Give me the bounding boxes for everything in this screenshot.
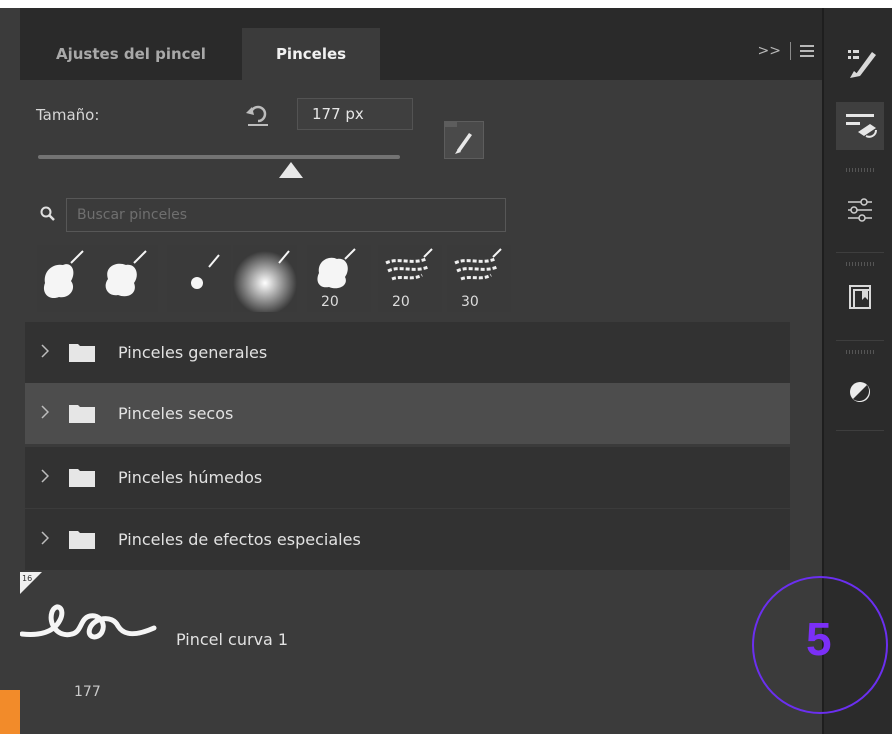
brush-group-wet[interactable]: Pinceles húmedos — [25, 447, 790, 508]
brush-group-label: Pinceles generales — [118, 343, 268, 362]
brushes-dock-button[interactable] — [836, 102, 884, 150]
new-brush-preset-button[interactable] — [444, 121, 484, 159]
brush-group-label: Pinceles húmedos — [118, 468, 263, 487]
size-slider-thumb[interactable] — [279, 162, 304, 178]
orange-edge — [0, 690, 20, 734]
libraries-icon — [849, 285, 871, 309]
new-preset-icon — [445, 122, 472, 154]
folder-icon — [69, 469, 95, 487]
hard-round-brush-icon — [191, 254, 220, 289]
folder-icon — [69, 344, 95, 362]
panel-tab-bar: Ajustes del pincel Pinceles >> — [20, 8, 822, 80]
panel-tab-controls: >> — [758, 36, 814, 66]
recent-brush-2[interactable] — [94, 245, 158, 312]
curve-stroke-preview — [20, 604, 157, 640]
dock-separator — [836, 430, 884, 431]
libraries-dock-button[interactable] — [836, 274, 884, 322]
recent-brush-6[interactable]: 20 — [378, 245, 442, 312]
dock-separator — [836, 340, 884, 341]
adjustments-dock-button[interactable] — [836, 186, 884, 234]
recent-brush-5[interactable]: 20 — [307, 245, 371, 312]
brush-group-label: Pinceles secos — [118, 404, 234, 423]
dock-grip[interactable] — [846, 350, 874, 354]
brush-size-label: 30 — [461, 294, 479, 310]
chalk-brush-icon — [105, 250, 147, 297]
folder-icon — [69, 531, 95, 549]
brush-size-label: 20 — [392, 294, 410, 310]
size-label: Tamaño: — [36, 106, 100, 124]
brush-size-label: 20 — [321, 294, 339, 310]
chevron-right-icon[interactable] — [41, 531, 49, 545]
chevron-right-icon[interactable] — [41, 405, 49, 419]
chevron-right-icon[interactable] — [41, 344, 49, 358]
recent-brush-1[interactable] — [37, 245, 101, 312]
adjustment-circle-icon — [850, 382, 870, 402]
recent-brush-4[interactable] — [233, 245, 297, 315]
brush-group-label: Pinceles de efectos especiales — [118, 530, 361, 549]
folder-icon — [69, 405, 95, 423]
brush-preset-size: 177 — [74, 684, 101, 700]
tab-brushes[interactable]: Pinceles — [242, 28, 380, 80]
brushes-icon — [846, 114, 877, 138]
reset-size-icon[interactable] — [244, 102, 272, 128]
brush-tip-badge: 16 — [20, 572, 42, 594]
chalk-brush-icon — [317, 248, 356, 289]
dry-texture-brush-icon — [385, 248, 433, 281]
dock-grip[interactable] — [846, 262, 874, 266]
recent-brush-7[interactable]: 30 — [447, 245, 511, 312]
brush-group-general[interactable]: Pinceles generales — [25, 322, 790, 383]
size-input[interactable]: 177 px — [297, 98, 413, 130]
soft-round-brush-icon — [233, 250, 297, 315]
dry-texture-brush-icon — [454, 248, 502, 281]
search-icon — [40, 206, 55, 221]
chevron-right-icon[interactable] — [41, 469, 49, 483]
chalk-brush-icon — [43, 250, 84, 299]
adjustment-layers-dock-button[interactable] — [836, 368, 884, 416]
dock-separator — [836, 252, 884, 253]
brush-settings-icon — [848, 50, 876, 78]
size-slider-track[interactable] — [38, 155, 400, 159]
brush-group-dry[interactable]: Pinceles secos — [25, 383, 790, 444]
brush-settings-dock-button[interactable] — [836, 38, 884, 86]
recent-brush-3[interactable] — [167, 245, 231, 312]
sliders-icon — [848, 198, 872, 222]
search-brushes-input[interactable]: Buscar pinceles — [66, 198, 506, 232]
brush-preset-name: Pincel curva 1 — [176, 630, 289, 649]
brush-group-special-effects[interactable]: Pinceles de efectos especiales — [25, 509, 790, 570]
tab-brush-settings[interactable]: Ajustes del pincel — [56, 28, 206, 80]
brush-preset-item[interactable]: Pincel curva 1 177 — [20, 572, 790, 707]
panel-bottom — [20, 707, 790, 734]
collapse-panel-icon[interactable]: >> — [758, 43, 781, 59]
badge-text: 16 — [22, 574, 32, 583]
dock-grip[interactable] — [846, 168, 874, 172]
step-annotation-number: 5 — [806, 613, 832, 665]
panel-menu-icon[interactable] — [800, 42, 814, 60]
